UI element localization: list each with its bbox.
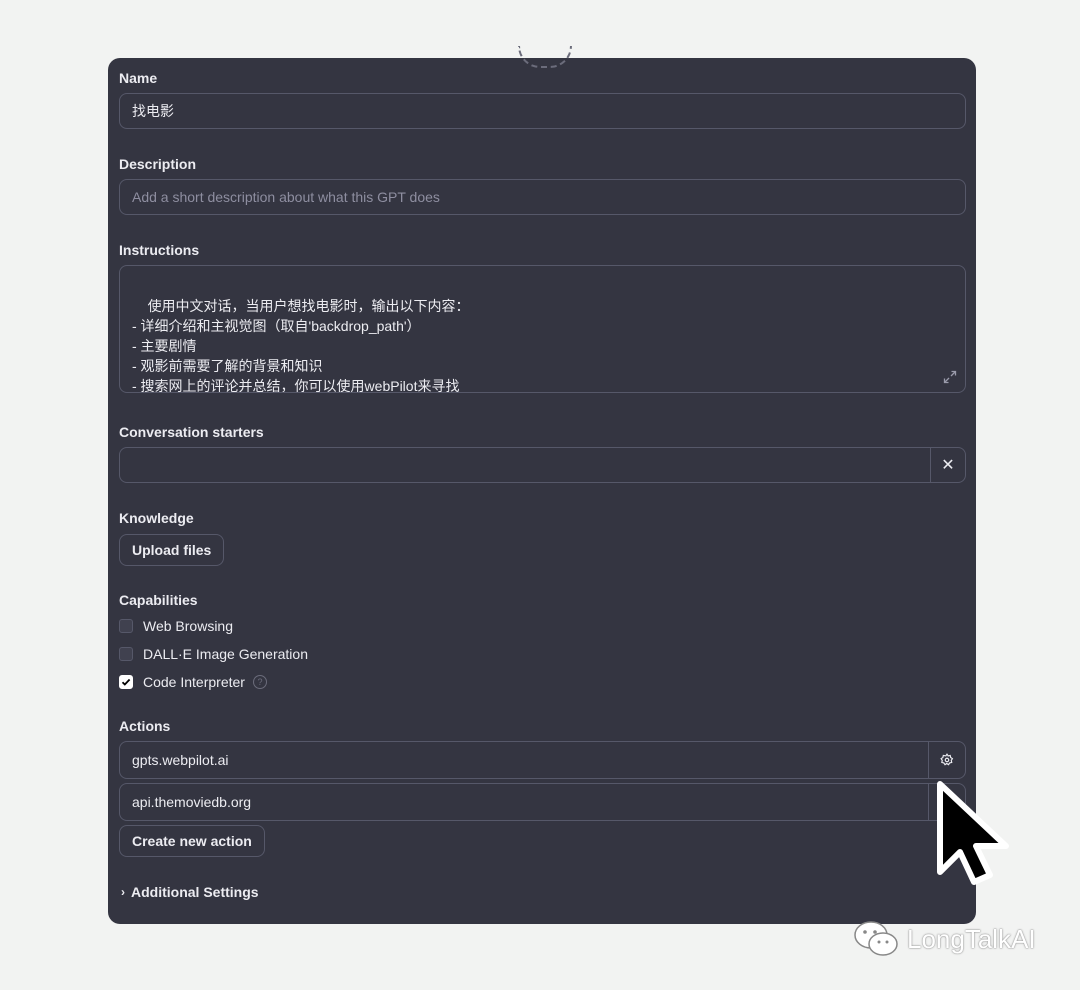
avatar-upload-outline[interactable] — [518, 46, 572, 68]
conversation-starter-input[interactable] — [120, 448, 930, 482]
code-interpreter-checkbox[interactable] — [119, 675, 133, 689]
instructions-text: 使用中文对话，当用户想找电影时，输出以下内容： - 详细介绍和主视觉图（取自'b… — [132, 298, 470, 393]
close-icon: ✕ — [941, 457, 955, 474]
action-item[interactable]: api.themoviedb.org — [119, 783, 966, 821]
capabilities-label: Capabilities — [119, 592, 198, 608]
wechat-icon — [854, 921, 898, 956]
help-icon[interactable]: ? — [252, 675, 267, 689]
conversation-starters-label: Conversation starters — [119, 424, 264, 440]
check-icon — [121, 678, 131, 686]
action-name: api.themoviedb.org — [132, 794, 252, 810]
name-label: Name — [119, 70, 158, 86]
additional-settings-toggle[interactable]: › Additional Settings — [121, 884, 259, 900]
expand-icon[interactable] — [943, 370, 957, 384]
watermark: LongTalkAI — [853, 920, 1036, 958]
upload-files-button[interactable]: Upload files — [119, 534, 225, 566]
description-input[interactable] — [119, 179, 966, 215]
action-item[interactable]: gpts.webpilot.ai — [119, 741, 966, 779]
gear-icon — [940, 753, 954, 766]
capability-label: Code Interpreter — [143, 674, 245, 690]
mouse-cursor-icon — [937, 781, 1009, 885]
additional-settings-label: Additional Settings — [131, 884, 259, 900]
watermark-text: LongTalkAI — [907, 923, 1036, 954]
dalle-checkbox[interactable] — [119, 647, 133, 661]
capability-label: DALL·E Image Generation — [143, 646, 308, 662]
knowledge-label: Knowledge — [119, 510, 194, 526]
capability-dalle[interactable]: DALL·E Image Generation — [119, 646, 308, 662]
chevron-right-icon: › — [121, 885, 125, 899]
instructions-label: Instructions — [119, 242, 200, 258]
create-new-action-button[interactable]: Create new action — [119, 825, 265, 857]
capability-label: Web Browsing — [143, 618, 234, 634]
remove-starter-button[interactable]: ✕ — [930, 448, 965, 482]
action-settings-button[interactable] — [928, 742, 965, 778]
description-label: Description — [119, 156, 197, 172]
conversation-starter-row: ✕ — [119, 447, 966, 483]
action-name: gpts.webpilot.ai — [132, 752, 229, 768]
name-input[interactable] — [119, 93, 966, 129]
gpt-config-panel: Name Description Instructions 使用中文对话，当用户… — [108, 46, 976, 924]
capability-code-interpreter[interactable]: Code Interpreter ? — [119, 674, 267, 690]
capability-web-browsing[interactable]: Web Browsing — [119, 618, 233, 634]
instructions-textarea[interactable]: 使用中文对话，当用户想找电影时，输出以下内容： - 详细介绍和主视觉图（取自'b… — [119, 265, 966, 393]
web-browsing-checkbox[interactable] — [119, 619, 133, 633]
actions-label: Actions — [119, 718, 171, 734]
